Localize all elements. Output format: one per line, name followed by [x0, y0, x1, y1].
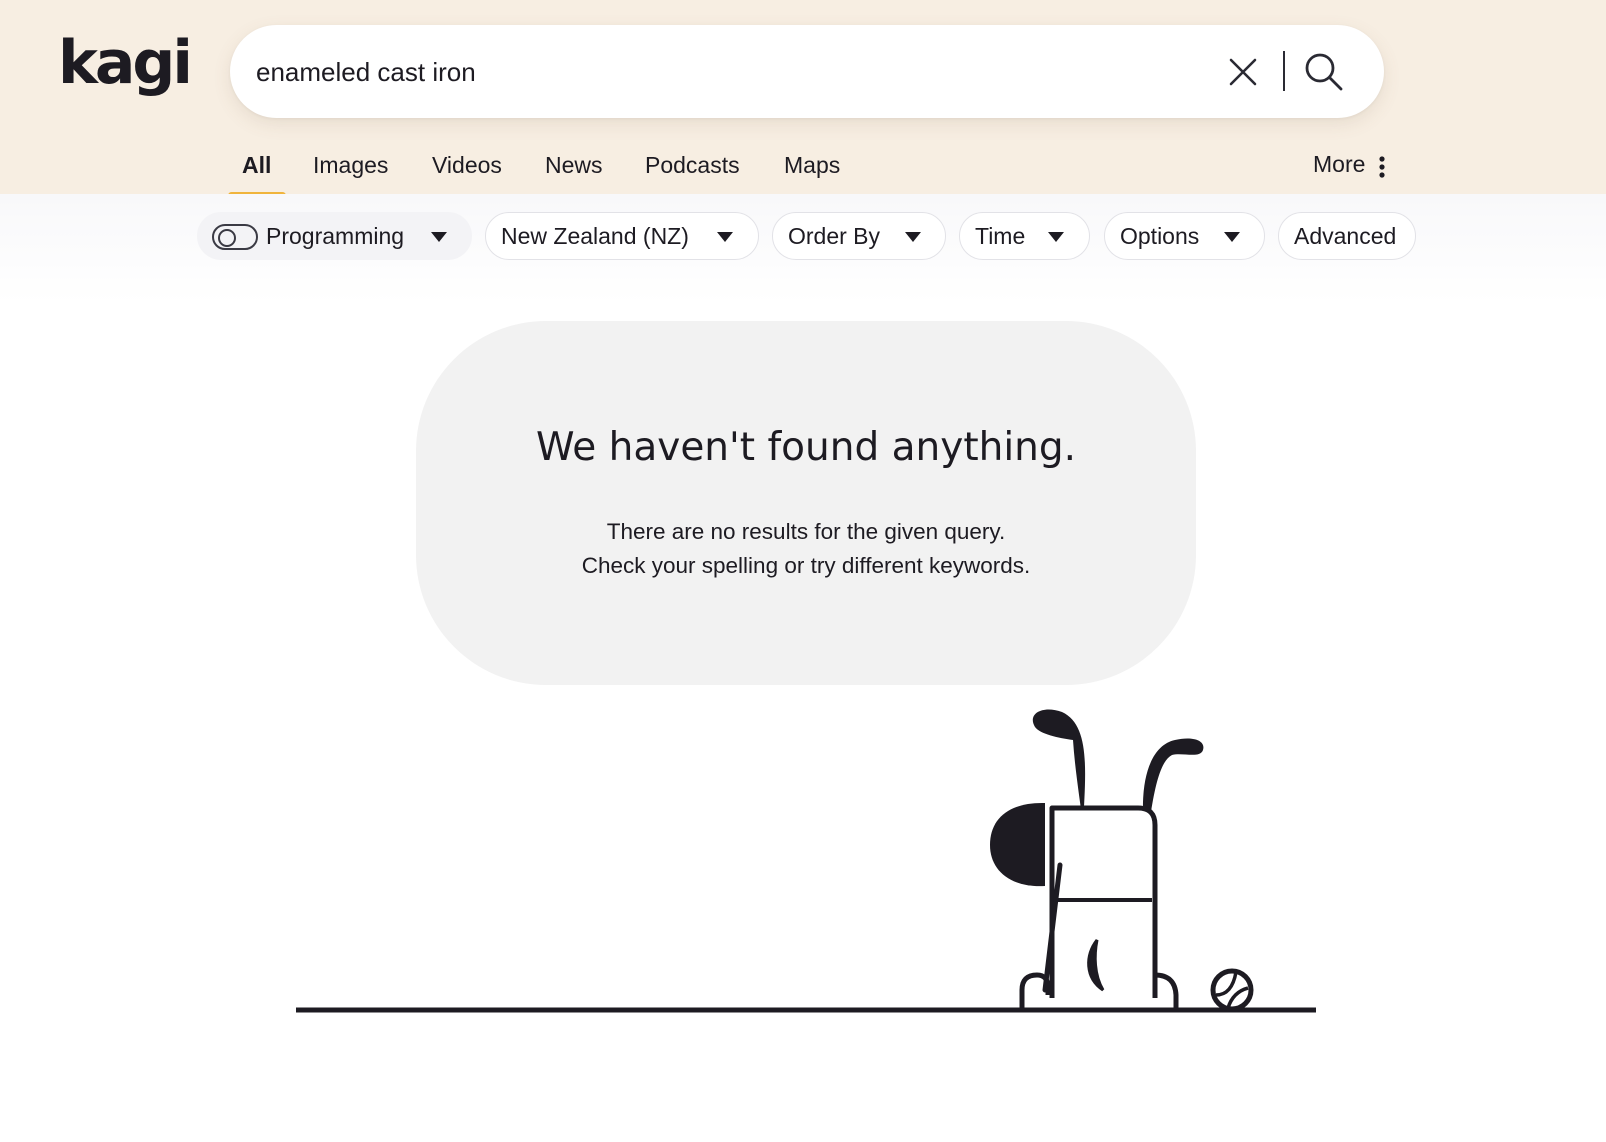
dog-body	[1049, 805, 1158, 998]
dog-right-foot	[1154, 972, 1179, 1008]
empty-results-hint: Check your spelling or try different key…	[581, 553, 1031, 578]
empty-results-title: We haven't found anything.	[535, 425, 1077, 470]
search-divider	[1283, 51, 1285, 91]
header: kagi All Images Videos News Podcasts Map…	[0, 0, 1606, 199]
time-filter-label: Time	[975, 223, 1026, 249]
tab-news[interactable]: News	[545, 152, 603, 179]
caret-down-icon	[905, 232, 921, 242]
caret-down-icon	[717, 232, 733, 242]
empty-results-card: We haven't found anything. There are no …	[416, 321, 1196, 685]
dog-right-leg	[1142, 738, 1204, 812]
caret-down-icon	[1224, 232, 1240, 242]
order-by-label: Order By	[788, 223, 881, 249]
advanced-button[interactable]: Advanced	[1278, 212, 1416, 260]
toggle-knob	[218, 228, 236, 247]
close-icon	[1229, 58, 1257, 86]
time-filter[interactable]: Time	[959, 212, 1090, 260]
search-input[interactable]	[256, 49, 1156, 95]
lens-filter-programming[interactable]: Programming	[197, 212, 472, 260]
lens-toggle[interactable]	[212, 224, 258, 250]
caret-down-icon	[431, 232, 447, 242]
filter-bar: Programming New Zealand (NZ) Order By Ti…	[0, 194, 1606, 304]
clear-search-button[interactable]	[1226, 55, 1260, 89]
region-filter[interactable]: New Zealand (NZ)	[485, 212, 759, 260]
tab-images[interactable]: Images	[313, 152, 388, 179]
order-by-filter[interactable]: Order By	[772, 212, 946, 260]
options-filter-label: Options	[1120, 223, 1200, 249]
tab-all[interactable]: All	[242, 152, 271, 179]
search-icon	[1305, 53, 1343, 91]
more-button[interactable]: More	[1313, 151, 1365, 178]
tab-podcasts[interactable]: Podcasts	[645, 152, 740, 179]
dog-headstand-illustration	[0, 690, 1606, 1020]
search-tabs: All Images Videos News Podcasts Maps Mor…	[0, 140, 1606, 199]
empty-results-message: There are no results for the given query…	[606, 519, 1006, 544]
tab-maps[interactable]: Maps	[784, 152, 840, 179]
dog-head	[990, 802, 1045, 887]
caret-down-icon	[1048, 232, 1064, 242]
tab-videos[interactable]: Videos	[432, 152, 502, 179]
advanced-label: Advanced	[1294, 223, 1397, 249]
options-filter[interactable]: Options	[1104, 212, 1265, 260]
kagi-logo[interactable]: kagi	[58, 28, 194, 100]
kebab-menu-icon[interactable]	[1379, 156, 1385, 178]
kagi-logo-text: kagi	[58, 28, 190, 98]
region-filter-label: New Zealand (NZ)	[501, 223, 689, 249]
lens-filter-label: Programming	[266, 223, 405, 249]
search-box	[230, 25, 1384, 118]
search-button[interactable]	[1303, 51, 1345, 93]
